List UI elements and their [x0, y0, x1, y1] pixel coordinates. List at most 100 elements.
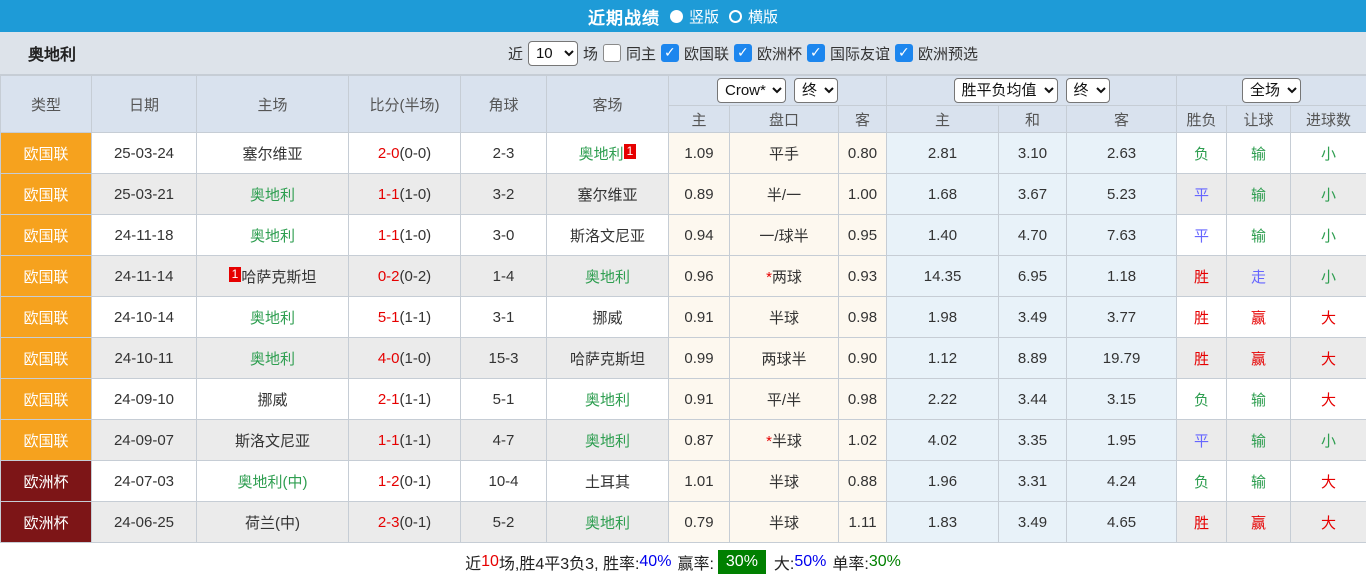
handicap-text: 平/半	[767, 392, 801, 409]
odds-home-cell: 0.79	[669, 502, 730, 543]
handicap-result-cell: 走	[1227, 256, 1291, 297]
same-home-checkbox[interactable]	[603, 44, 621, 62]
result-cell: 负	[1177, 133, 1227, 174]
sub-header-goals: 进球数	[1291, 106, 1366, 133]
summary-win-rate: 40%	[639, 553, 671, 571]
recent-prefix-label: 近	[508, 43, 523, 64]
league-badge: 欧国联	[1, 256, 92, 297]
odds-home-cell: 0.89	[669, 174, 730, 215]
fulltime-score: 2-0	[378, 145, 400, 162]
sub-header-avg-away: 客	[1067, 106, 1177, 133]
odds-away-cell: 0.93	[839, 256, 887, 297]
match-row: 欧国联24-10-11奥地利4-0(1-0)15-3哈萨克斯坦0.99两球半0.…	[1, 338, 1366, 379]
avg-away-cell: 2.63	[1067, 133, 1177, 174]
competition-checkbox-nations-league[interactable]	[661, 44, 679, 62]
result-cell: 平	[1177, 174, 1227, 215]
team-name: 土耳其	[585, 474, 630, 491]
radio-unselected-icon[interactable]	[729, 10, 742, 23]
halftime-score: (1-0)	[400, 227, 432, 244]
fulltime-score: 1-1	[378, 432, 400, 449]
match-date: 24-11-14	[92, 256, 197, 297]
goals-cell: 小	[1291, 215, 1366, 256]
handicap-cell: 平手	[730, 133, 839, 174]
avg-time-select[interactable]: 终	[1066, 78, 1110, 103]
scope-select[interactable]: 全场	[1242, 78, 1301, 103]
avg-away-cell: 1.18	[1067, 256, 1177, 297]
handicap-result-cell: 输	[1227, 379, 1291, 420]
recent-suffix-label: 场	[583, 43, 598, 64]
competition-label-nations-league[interactable]: 欧国联	[684, 43, 729, 64]
radio-vertical-label[interactable]: 竖版	[689, 6, 719, 27]
avg-home-cell: 1.83	[887, 502, 999, 543]
league-badge: 欧国联	[1, 215, 92, 256]
match-row: 欧洲杯24-06-25荷兰(中)2-3(0-1)5-2奥地利0.79半球1.11…	[1, 502, 1366, 543]
handicap-text: 半球	[769, 310, 799, 327]
sub-header-odds-handicap: 盘口	[730, 106, 839, 133]
fulltime-score: 4-0	[378, 350, 400, 367]
avg-draw-cell: 4.70	[999, 215, 1067, 256]
col-header-home: 主场	[197, 76, 349, 133]
corners-cell: 15-3	[461, 338, 547, 379]
avg-home-cell: 14.35	[887, 256, 999, 297]
competition-label-friendly[interactable]: 国际友谊	[830, 43, 890, 64]
avg-draw-cell: 3.35	[999, 420, 1067, 461]
avg-home-cell: 1.96	[887, 461, 999, 502]
avg-draw-cell: 3.31	[999, 461, 1067, 502]
home-team: 1哈萨克斯坦	[197, 256, 349, 297]
odds-time-select[interactable]: 终	[794, 78, 838, 103]
summary-seg1: 近	[465, 550, 481, 574]
sub-header-odds-home: 主	[669, 106, 730, 133]
competition-label-euro[interactable]: 欧洲杯	[757, 43, 802, 64]
avg-draw-cell: 8.89	[999, 338, 1067, 379]
match-row: 欧国联24-09-10挪威2-1(1-1)5-1奥地利0.91平/半0.982.…	[1, 379, 1366, 420]
away-team: 奥地利	[547, 256, 669, 297]
handicap-result-cell: 输	[1227, 133, 1291, 174]
away-team: 奥地利	[547, 502, 669, 543]
result-cell: 胜	[1177, 297, 1227, 338]
team-name: 塞尔维亚	[242, 146, 302, 163]
fulltime-score: 1-1	[378, 186, 400, 203]
recent-count-select[interactable]: 10	[528, 41, 578, 66]
score-cell: 5-1(1-1)	[349, 297, 461, 338]
avg-home-cell: 1.98	[887, 297, 999, 338]
competition-label-euro-qualifier[interactable]: 欧洲预选	[918, 43, 978, 64]
competition-checkbox-friendly[interactable]	[807, 44, 825, 62]
summary-seg4: 大:	[774, 550, 794, 574]
odds-away-cell: 0.88	[839, 461, 887, 502]
odds-home-cell: 0.91	[669, 379, 730, 420]
handicap-text: 两球	[772, 269, 802, 286]
avg-away-cell: 1.95	[1067, 420, 1177, 461]
competition-checkbox-euro[interactable]	[734, 44, 752, 62]
halftime-score: (1-0)	[400, 186, 432, 203]
competition-checkbox-euro-qualifier[interactable]	[895, 44, 913, 62]
match-date: 24-11-18	[92, 215, 197, 256]
home-team: 奥地利	[197, 338, 349, 379]
handicap-cell: 半球	[730, 461, 839, 502]
match-date: 24-06-25	[92, 502, 197, 543]
home-team: 挪威	[197, 379, 349, 420]
away-team: 塞尔维亚	[547, 174, 669, 215]
handicap-text: 半球	[769, 515, 799, 532]
home-team: 奥地利	[197, 215, 349, 256]
radio-selected-icon[interactable]	[670, 10, 683, 23]
avg-draw-cell: 3.67	[999, 174, 1067, 215]
layout-radio-vertical[interactable]: 竖版	[670, 6, 719, 27]
corners-cell: 5-1	[461, 379, 547, 420]
avg-type-select[interactable]: 胜平负均值	[954, 78, 1058, 103]
same-home-label[interactable]: 同主	[626, 43, 656, 64]
avg-away-cell: 3.15	[1067, 379, 1177, 420]
halftime-score: (0-1)	[400, 473, 432, 490]
avg-home-cell: 2.81	[887, 133, 999, 174]
fulltime-score: 2-1	[378, 391, 400, 408]
avg-home-cell: 1.68	[887, 174, 999, 215]
odds-home-cell: 0.94	[669, 215, 730, 256]
halftime-score: (1-1)	[400, 309, 432, 326]
odds-company-select[interactable]: Crow*	[717, 78, 786, 103]
handicap-text: 两球半	[761, 351, 806, 368]
summary-over-rate: 50%	[794, 553, 826, 571]
team-name: 奥地利	[585, 433, 630, 450]
goals-cell: 小	[1291, 174, 1366, 215]
radio-horizontal-label[interactable]: 横版	[748, 6, 778, 27]
layout-radio-horizontal[interactable]: 横版	[729, 6, 778, 27]
match-row: 欧洲杯24-07-03奥地利(中)1-2(0-1)10-4土耳其1.01半球0.…	[1, 461, 1366, 502]
